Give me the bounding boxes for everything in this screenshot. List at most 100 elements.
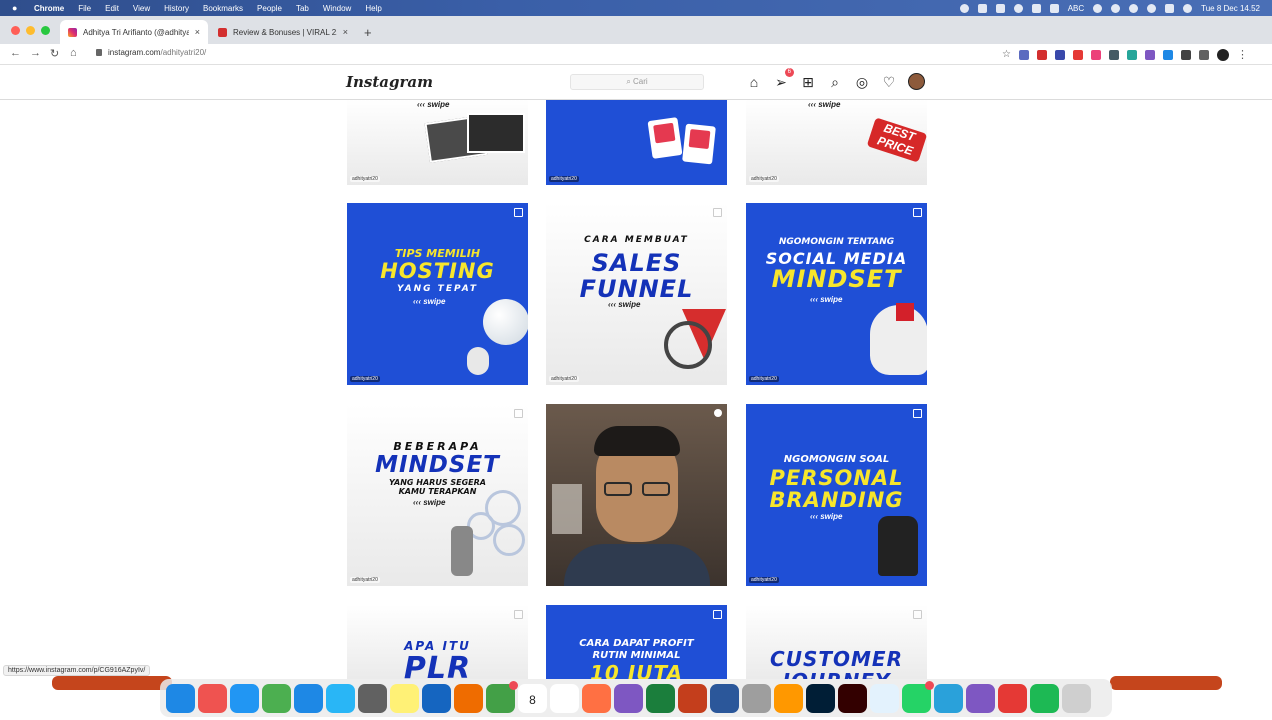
minimize-window-button[interactable] [26, 26, 35, 35]
dock-app-icon[interactable] [1030, 683, 1059, 713]
post-tile[interactable]: ‹‹‹ swipe adhityatri20 [347, 99, 528, 185]
post-tile[interactable]: CARA MEMBUAT SALES FUNNEL ‹‹‹ swipe adhi… [546, 203, 727, 385]
dock-app-icon[interactable] [902, 680, 934, 713]
extension-icon[interactable] [1091, 49, 1101, 60]
menu-bookmarks[interactable]: Bookmarks [203, 4, 243, 13]
fullscreen-window-button[interactable] [41, 26, 50, 35]
bluetooth-icon[interactable] [1111, 3, 1121, 13]
dock-app-icon[interactable] [326, 683, 355, 713]
dock-app-icon[interactable] [550, 683, 579, 713]
control-center-icon[interactable] [1165, 3, 1175, 13]
reload-button[interactable]: ↻ [50, 47, 59, 60]
finder-icon[interactable] [166, 683, 195, 713]
extension-icon[interactable] [1019, 49, 1029, 60]
wifi-icon[interactable] [1129, 3, 1139, 13]
extension-icon[interactable] [1163, 49, 1173, 60]
dock-app-icon[interactable] [390, 683, 419, 713]
tab-instagram[interactable]: Adhitya Tri Arifianto (@adhityatri20) × [60, 20, 208, 44]
dock-app-icon[interactable] [486, 680, 518, 713]
more-menu-icon[interactable]: ⋮ [1237, 48, 1248, 61]
instagram-logo[interactable]: Instagram [346, 73, 433, 91]
back-button[interactable]: ← [10, 47, 21, 59]
extension-icon[interactable] [1109, 49, 1119, 60]
menu-tab[interactable]: Tab [296, 4, 309, 13]
dock-app-icon[interactable] [838, 683, 867, 713]
apple-menu-icon[interactable]: ● [12, 3, 24, 13]
dock-app-icon[interactable] [870, 683, 899, 713]
bookmark-star-icon[interactable]: ☆ [1002, 49, 1011, 60]
post-tile[interactable]: CUSTOMER JOURNEY [746, 605, 927, 679]
extension-icon[interactable] [1145, 49, 1155, 60]
profile-avatar[interactable] [908, 73, 925, 90]
dock-app-icon[interactable] [934, 683, 963, 713]
home-button[interactable]: ⌂ [70, 47, 77, 59]
new-tab-button[interactable]: + [364, 25, 372, 40]
dock-app-icon[interactable] [774, 683, 803, 713]
dock-app-icon[interactable] [710, 683, 739, 713]
dock-app-icon[interactable] [806, 683, 835, 713]
post-tile[interactable]: BEBERAPA MINDSET YANG HARUS SEGERA KAMU … [347, 404, 528, 586]
status-icon-5[interactable] [1031, 3, 1041, 13]
status-icon-4[interactable] [1013, 3, 1023, 13]
video-post-tile[interactable] [546, 404, 727, 586]
tab-close-icon[interactable]: × [343, 27, 348, 37]
siri-icon[interactable] [1183, 3, 1193, 13]
extension-icon[interactable] [1181, 49, 1191, 60]
menu-edit[interactable]: Edit [105, 4, 119, 13]
post-tile[interactable]: TIPS MEMILIH HOSTING YANG TEPAT ‹‹‹ swip… [347, 203, 528, 385]
post-tile[interactable]: ‹‹‹ swipe BEST PRICE adhityatri20 [746, 99, 927, 185]
status-icon-3[interactable] [995, 3, 1005, 13]
menu-window[interactable]: Window [323, 4, 351, 13]
tab-close-icon[interactable]: × [195, 27, 200, 37]
clock[interactable]: Tue 8 Dec 14.52 [1201, 4, 1260, 13]
dock-app-icon[interactable] [358, 683, 387, 713]
home-icon[interactable]: ⌂ [746, 74, 762, 90]
dock-app-icon[interactable] [230, 683, 259, 713]
menu-view[interactable]: View [133, 4, 150, 13]
new-post-icon[interactable]: ⊞ [800, 74, 816, 90]
post-tile[interactable]: adhityatri20 [546, 99, 727, 185]
post-tile[interactable]: CARA DAPAT PROFIT RUTIN MINIMAL 10 JUTA [546, 605, 727, 679]
dock-app-icon[interactable] [582, 683, 611, 713]
dock-app-icon[interactable] [262, 683, 291, 713]
status-icon-1[interactable] [959, 3, 969, 13]
lock-icon[interactable] [96, 49, 102, 56]
forward-button[interactable]: → [30, 47, 41, 59]
close-window-button[interactable] [11, 26, 20, 35]
menu-help[interactable]: Help [365, 4, 381, 13]
direct-message-icon[interactable]: ➢ 6 [773, 67, 794, 90]
dock-app-icon[interactable] [454, 683, 483, 713]
explore-icon[interactable]: ◎ [854, 74, 870, 90]
extension-icon[interactable] [1127, 49, 1137, 60]
dock-app-icon[interactable] [198, 683, 227, 713]
puzzle-extensions-icon[interactable] [1199, 49, 1209, 60]
battery-icon[interactable] [1049, 3, 1059, 13]
dock-app-icon[interactable] [294, 683, 323, 713]
dock-app-icon[interactable] [1062, 683, 1091, 713]
post-tile[interactable]: NGOMONGIN TENTANG SOCIAL MEDIA MINDSET ‹… [746, 203, 927, 385]
menu-history[interactable]: History [164, 4, 189, 13]
extension-icon[interactable] [1073, 49, 1083, 60]
menu-file[interactable]: File [78, 4, 91, 13]
dock-app-icon[interactable] [998, 683, 1027, 713]
search-icon[interactable]: ⌕ [827, 74, 843, 90]
status-icon-2[interactable] [977, 3, 987, 13]
headphones-icon[interactable] [1093, 3, 1103, 13]
dock-app-icon[interactable] [646, 683, 675, 713]
extension-icon[interactable] [1055, 49, 1065, 60]
address-bar[interactable]: instagram.com/adhityatri20/ [96, 48, 206, 57]
dock-app-icon[interactable] [966, 683, 995, 713]
post-tile[interactable]: NGOMONGIN SOAL PERSONAL BRANDING ‹‹‹ swi… [746, 404, 927, 586]
extension-icon[interactable] [1037, 49, 1047, 60]
search-input[interactable]: ⌕ Cari [570, 74, 704, 90]
post-tile[interactable]: APA ITU PLR [347, 605, 528, 679]
dock-app-icon[interactable] [678, 683, 707, 713]
menu-app-chrome[interactable]: Chrome [34, 4, 64, 13]
profile-avatar[interactable] [1217, 48, 1229, 61]
input-source[interactable]: ABC [1068, 4, 1084, 13]
spotlight-icon[interactable] [1147, 3, 1157, 13]
tab-review-bonuses[interactable]: Review & Bonuses | VIRAL 2.0 × [210, 20, 356, 44]
activity-heart-icon[interactable]: ♡ [881, 74, 897, 90]
dock-app-icon[interactable] [742, 683, 771, 713]
menu-people[interactable]: People [257, 4, 282, 13]
